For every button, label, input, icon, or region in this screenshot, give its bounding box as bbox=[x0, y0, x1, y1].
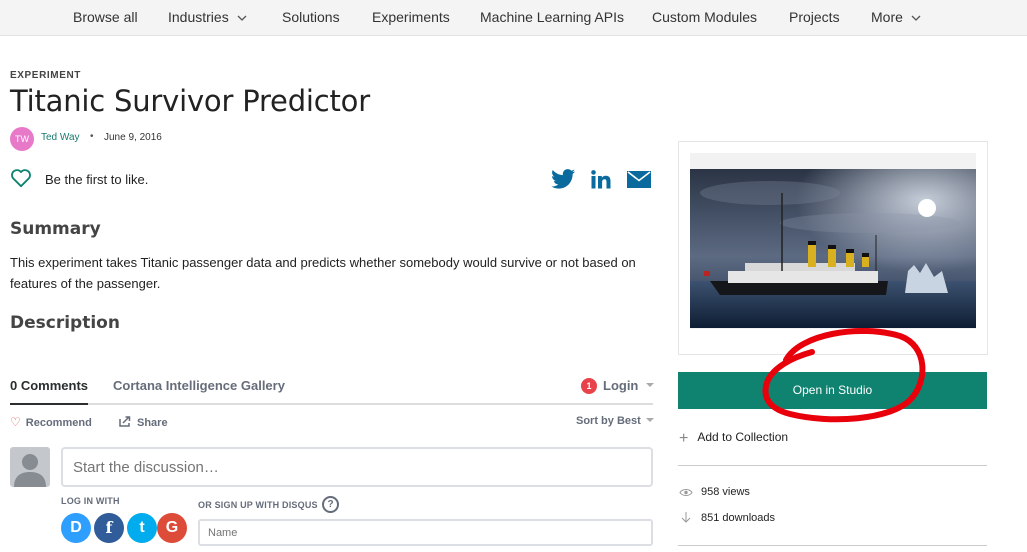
sort-label: Sort by Best bbox=[576, 415, 641, 427]
signup-with-disqus-label: OR SIGN UP WITH DISQUS bbox=[198, 500, 318, 510]
caret-down-icon[interactable] bbox=[646, 383, 654, 387]
nav-machine-learning-apis[interactable]: Machine Learning APIs bbox=[480, 9, 624, 25]
share-icon bbox=[119, 416, 131, 427]
titanic-image bbox=[690, 169, 976, 328]
author-avatar: TW bbox=[10, 127, 34, 151]
nav-more-label: More bbox=[871, 9, 903, 25]
publish-date: June 9, 2016 bbox=[104, 132, 162, 143]
mail-icon[interactable] bbox=[627, 171, 651, 188]
content-type-label: EXPERIMENT bbox=[10, 70, 82, 81]
tab-comments[interactable]: 0 Comments bbox=[10, 378, 89, 405]
share-label: Share bbox=[137, 417, 168, 429]
user-silhouette-icon bbox=[14, 454, 46, 487]
divider bbox=[678, 545, 987, 546]
tab-community[interactable]: Cortana Intelligence Gallery bbox=[113, 378, 285, 393]
experiment-thumbnail bbox=[690, 153, 976, 329]
notification-badge: 1 bbox=[581, 378, 597, 394]
nav-solutions[interactable]: Solutions bbox=[282, 9, 340, 25]
recommend-button[interactable]: ♡ Recommend bbox=[10, 415, 92, 429]
page-title: Titanic Survivor Predictor bbox=[10, 84, 370, 118]
nav-more[interactable]: More bbox=[871, 9, 921, 25]
name-field[interactable] bbox=[198, 519, 653, 546]
like-text: Be the first to like. bbox=[45, 172, 149, 187]
caret-down-icon bbox=[645, 418, 654, 422]
add-to-collection-button[interactable]: + Add to Collection bbox=[679, 430, 788, 448]
twitter-icon[interactable] bbox=[551, 169, 576, 189]
recommend-label: Recommend bbox=[25, 417, 92, 429]
downloads-stat: 851 downloads bbox=[679, 512, 775, 524]
share-button[interactable]: Share bbox=[119, 416, 168, 429]
top-navigation: Browse all Industries Solutions Experime… bbox=[0, 0, 1027, 36]
login-with-label: LOG IN WITH bbox=[61, 496, 120, 506]
downloads-count: 851 downloads bbox=[701, 512, 776, 524]
divider bbox=[678, 465, 987, 466]
summary-text: This experiment takes Titanic passenger … bbox=[10, 255, 636, 291]
views-count: 958 views bbox=[701, 486, 750, 498]
comment-input[interactable] bbox=[61, 447, 653, 487]
eye-icon bbox=[679, 488, 693, 496]
heart-icon[interactable] bbox=[10, 168, 32, 188]
open-in-studio-button[interactable]: Open in Studio bbox=[678, 372, 987, 409]
chevron-down-icon bbox=[911, 15, 921, 22]
comments-tabs: 0 Comments Cortana Intelligence Gallery … bbox=[10, 378, 654, 405]
summary-heading: Summary bbox=[10, 219, 101, 239]
nav-custom-modules[interactable]: Custom Modules bbox=[652, 9, 757, 25]
chevron-down-icon bbox=[237, 15, 247, 22]
help-icon[interactable]: ? bbox=[322, 496, 339, 513]
download-icon bbox=[681, 512, 691, 523]
nav-industries[interactable]: Industries bbox=[168, 9, 247, 25]
heart-icon: ♡ bbox=[10, 415, 21, 429]
nav-industries-label: Industries bbox=[168, 9, 229, 25]
sort-dropdown[interactable]: Sort by Best bbox=[576, 415, 654, 427]
nav-browse-all[interactable]: Browse all bbox=[73, 9, 138, 25]
login-menu[interactable]: Login bbox=[603, 378, 638, 393]
plus-icon: + bbox=[679, 430, 689, 447]
facebook-login-button[interactable]: f bbox=[94, 513, 124, 543]
disqus-login-button[interactable]: D bbox=[61, 513, 91, 543]
twitter-login-button[interactable]: t bbox=[127, 513, 157, 543]
nav-projects[interactable]: Projects bbox=[789, 9, 840, 25]
thumbnail-card bbox=[678, 141, 988, 355]
google-login-button[interactable]: G bbox=[157, 513, 187, 543]
linkedin-icon[interactable] bbox=[591, 170, 611, 189]
user-avatar bbox=[10, 447, 50, 487]
views-stat: 958 views bbox=[679, 486, 750, 498]
description-heading: Description bbox=[10, 313, 120, 333]
nav-experiments[interactable]: Experiments bbox=[372, 9, 450, 25]
meta-separator: • bbox=[90, 131, 94, 142]
author-link[interactable]: Ted Way bbox=[41, 132, 80, 143]
add-to-collection-label: Add to Collection bbox=[697, 430, 789, 444]
